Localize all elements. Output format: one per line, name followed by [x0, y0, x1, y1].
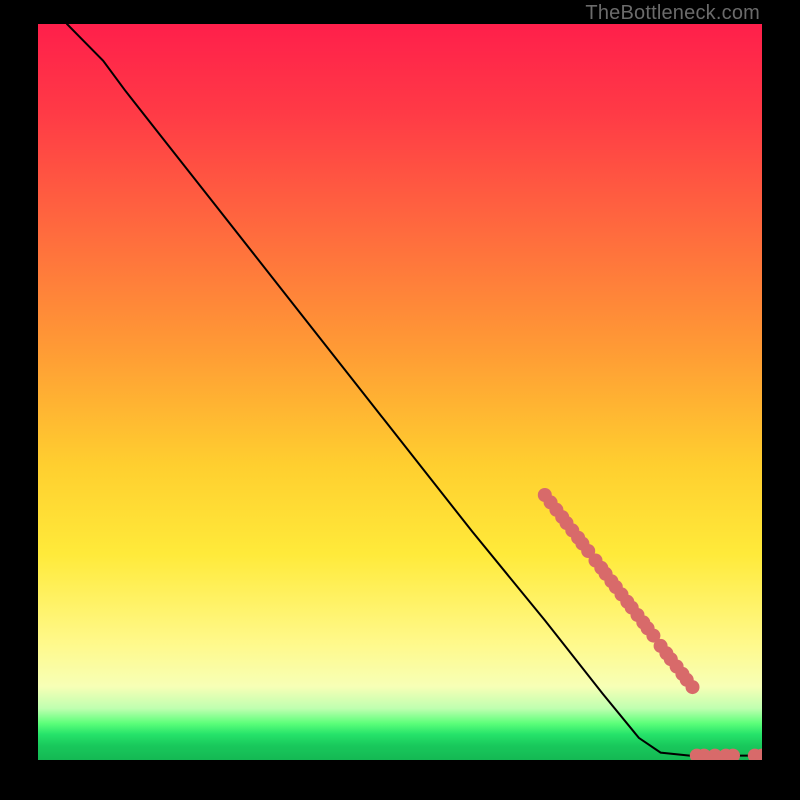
data-marker: [686, 680, 700, 694]
data-markers: [538, 488, 762, 760]
chart-svg: [38, 24, 762, 760]
plot-area: [38, 24, 762, 760]
watermark-text: TheBottleneck.com: [585, 2, 760, 25]
chart-frame: TheBottleneck.com: [0, 0, 800, 800]
